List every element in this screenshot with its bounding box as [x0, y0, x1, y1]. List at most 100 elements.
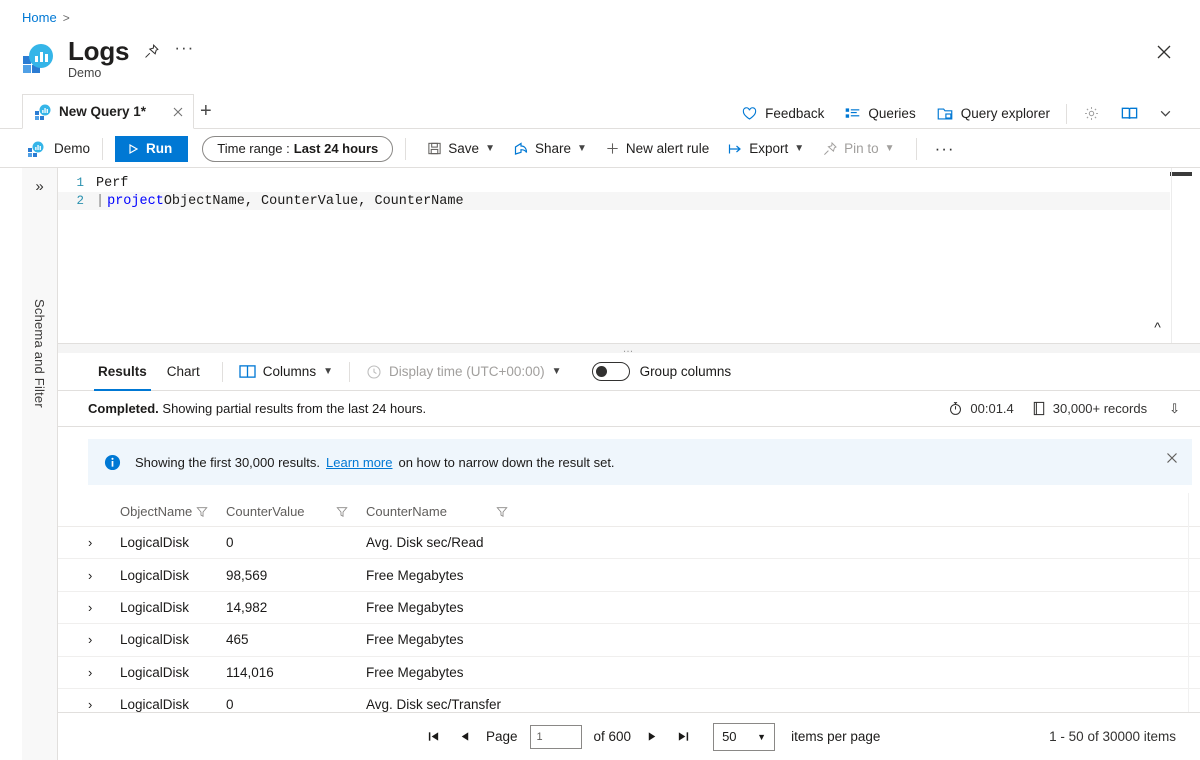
- chevron-right-icon[interactable]: ›: [88, 600, 120, 615]
- previous-page-icon[interactable]: [449, 730, 480, 743]
- logs-blade: Home > Logs ··· Demo New Query 1* + Feed…: [0, 0, 1200, 760]
- page-title: Logs: [68, 36, 130, 66]
- line-number: 1: [76, 176, 84, 190]
- export-button[interactable]: Export ▼: [718, 136, 813, 162]
- pagination-range: 1 - 50 of 30000 items: [1049, 729, 1176, 744]
- new-alert-rule-label: New alert rule: [625, 141, 710, 156]
- divider: [915, 137, 917, 160]
- chevron-right-icon[interactable]: ›: [88, 568, 120, 583]
- learn-more-link[interactable]: Learn more: [326, 455, 392, 470]
- editor-results-splitter[interactable]: …: [58, 343, 1200, 354]
- share-button[interactable]: Share ▼: [504, 136, 596, 162]
- column-header-countervalue[interactable]: CounterValue: [226, 504, 366, 519]
- cell-objectname: LogicalDisk: [120, 632, 190, 648]
- double-chevron-up-icon[interactable]: ^: [1154, 319, 1162, 335]
- clock-icon: [366, 364, 382, 380]
- queries-button[interactable]: Queries: [834, 101, 925, 126]
- new-alert-rule-button[interactable]: New alert rule: [596, 136, 718, 162]
- chevron-right-icon[interactable]: ›: [88, 665, 120, 680]
- ellipsis-icon[interactable]: ···: [174, 38, 194, 65]
- filter-icon[interactable]: [336, 506, 366, 518]
- toggle-knob: [595, 366, 607, 377]
- tab-results[interactable]: Results: [88, 353, 157, 391]
- breadcrumb-item-home[interactable]: Home: [22, 10, 57, 25]
- settings-gear-icon[interactable]: [1073, 101, 1110, 126]
- code-token: |: [96, 193, 105, 209]
- share-icon: [513, 141, 529, 157]
- share-label: Share: [534, 141, 572, 156]
- double-chevron-down-icon[interactable]: ⇩: [1169, 401, 1180, 417]
- workspace-scope[interactable]: Demo: [0, 141, 90, 157]
- next-page-icon[interactable]: [637, 730, 668, 743]
- chevron-right-icon[interactable]: ›: [88, 697, 120, 712]
- pin-icon[interactable]: [143, 43, 160, 60]
- save-button[interactable]: Save ▼: [418, 136, 504, 162]
- chevron-right-icon[interactable]: ›: [88, 535, 120, 550]
- display-time-button[interactable]: Display time (UTC+00:00) ▼: [362, 364, 566, 380]
- pin-to-button[interactable]: Pin to ▼: [813, 136, 903, 162]
- duration-metric: 00:01.4: [948, 401, 1014, 416]
- page-number-input[interactable]: [529, 724, 582, 749]
- list-icon: [844, 105, 861, 122]
- column-header-objectname[interactable]: ObjectName: [120, 504, 226, 519]
- cell-objectname: LogicalDisk: [120, 697, 190, 713]
- page-size-select[interactable]: 50 ▼: [713, 722, 776, 751]
- save-icon: [427, 141, 442, 156]
- cell-countername: Avg. Disk sec/Read: [366, 535, 484, 551]
- cell-countername: Avg. Disk sec/Transfer: [366, 697, 502, 713]
- tab-new-query-1[interactable]: New Query 1*: [22, 94, 194, 129]
- filter-icon[interactable]: [496, 506, 526, 518]
- add-tab-button[interactable]: +: [200, 101, 212, 121]
- editor-scrollbar[interactable]: [1171, 168, 1172, 343]
- page-size-value: 50: [722, 729, 737, 744]
- code-line: 1 Perf: [58, 174, 1170, 192]
- columns-button[interactable]: Columns ▼: [235, 364, 337, 379]
- query-explorer-button[interactable]: Query explorer: [926, 101, 1060, 127]
- table-row[interactable]: › LogicalDisk 98,569 Free Megabytes: [58, 559, 1200, 592]
- table-row[interactable]: › LogicalDisk 0 Avg. Disk sec/Read: [58, 527, 1200, 560]
- filter-icon[interactable]: [196, 506, 226, 518]
- group-columns-toggle[interactable]: [591, 362, 630, 381]
- title-block: Logs ··· Demo: [68, 36, 194, 81]
- table-row[interactable]: › LogicalDisk 465 Free Megabytes: [58, 624, 1200, 657]
- feedback-button[interactable]: Feedback: [731, 101, 834, 126]
- close-icon[interactable]: [1166, 452, 1178, 464]
- cell-objectname: LogicalDisk: [120, 664, 190, 680]
- plus-icon: [605, 141, 620, 156]
- columns-icon: [239, 364, 256, 379]
- save-label: Save: [448, 141, 480, 156]
- table-row[interactable]: › LogicalDisk 114,016 Free Megabytes: [58, 657, 1200, 689]
- explorer-icon: [936, 105, 954, 123]
- chevron-down-icon: ▼: [884, 143, 895, 154]
- double-chevron-right-icon[interactable]: »: [35, 178, 43, 195]
- heart-icon: [741, 105, 758, 122]
- code-area[interactable]: 1 Perf 2 | project ObjectName, CounterVa…: [58, 174, 1170, 210]
- table-row[interactable]: › LogicalDisk 14,982 Free Megabytes: [58, 592, 1200, 625]
- code-token: Perf: [96, 175, 129, 191]
- chevron-down-icon: ▼: [757, 731, 767, 742]
- grid-vertical-scrollbar[interactable]: [1188, 493, 1200, 712]
- divider: [221, 361, 223, 382]
- divider: [405, 137, 407, 160]
- editor-minimap[interactable]: [1170, 172, 1192, 176]
- chevron-down-icon[interactable]: [1149, 103, 1182, 124]
- last-page-icon[interactable]: [668, 730, 699, 743]
- time-range-picker[interactable]: Time range : Last 24 hours: [202, 135, 394, 162]
- queries-label: Queries: [868, 106, 916, 121]
- info-banner: Showing the first 30,000 results. Learn …: [88, 439, 1192, 485]
- schema-filter-rail[interactable]: » Schema and Filter: [22, 168, 58, 760]
- code-token: ObjectName, CounterValue, CounterName: [163, 193, 464, 209]
- tab-chart[interactable]: Chart: [157, 353, 210, 391]
- book-icon[interactable]: [1110, 100, 1149, 127]
- command-overflow-icon[interactable]: ···: [929, 139, 961, 159]
- column-header-countername[interactable]: CounterName: [366, 504, 526, 519]
- page-subtitle: Demo: [68, 66, 102, 81]
- chevron-right-icon[interactable]: ›: [88, 632, 120, 647]
- close-icon[interactable]: [1152, 40, 1176, 64]
- first-page-icon[interactable]: [418, 730, 449, 743]
- query-editor[interactable]: 1 Perf 2 | project ObjectName, CounterVa…: [58, 168, 1200, 344]
- run-button[interactable]: Run: [115, 135, 189, 162]
- pagination-bar: Page of 600 50 ▼ i: [58, 712, 1200, 760]
- cell-objectname: LogicalDisk: [120, 599, 190, 615]
- close-icon[interactable]: [173, 107, 183, 117]
